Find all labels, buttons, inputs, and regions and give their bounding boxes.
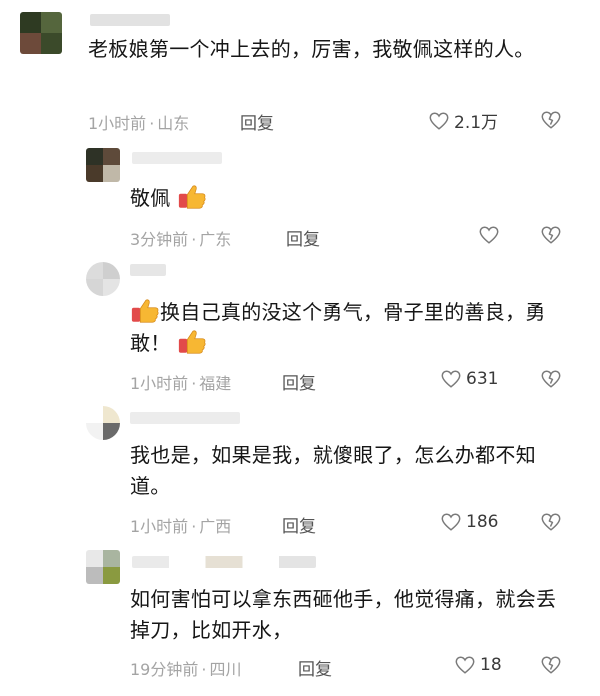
like-count: 186 — [466, 512, 499, 532]
avatar[interactable] — [86, 406, 120, 440]
comment-meta: 1小时前 · 山东 — [88, 114, 190, 133]
broken-heart-icon[interactable] — [540, 109, 562, 131]
comment-location: 山东 — [157, 114, 190, 133]
comment-time: 19分钟前 — [130, 660, 199, 679]
heart-outline-icon — [441, 370, 461, 388]
heart-outline-icon — [455, 656, 475, 674]
username-blurred[interactable] — [132, 556, 316, 568]
like-count: 2.1万 — [454, 113, 499, 133]
heart-outline-icon — [441, 513, 461, 531]
username-blurred[interactable] — [90, 14, 170, 26]
comment-location: 四川 — [209, 660, 242, 679]
thumbs-up-emoji — [179, 185, 206, 209]
reply-button[interactable]: 回复 — [298, 655, 332, 680]
comment-text: 我也是，如果是我，就傻眼了，怎么办都不知道。 — [130, 443, 536, 498]
heart-outline-icon — [479, 226, 499, 244]
comment-meta: 19分钟前 · 四川 — [130, 660, 242, 679]
like-button[interactable]: 2.1万 — [428, 108, 498, 133]
broken-heart-icon[interactable] — [540, 511, 562, 533]
like-button[interactable]: 18 — [454, 654, 502, 676]
broken-heart-icon[interactable] — [540, 654, 562, 676]
broken-heart-icon[interactable] — [540, 368, 562, 390]
comment-text: 如何害怕可以拿东西砸他手，他觉得痛，就会丢掉刀，比如开水， — [130, 587, 557, 642]
like-button[interactable]: 186 — [440, 511, 498, 533]
thumbs-up-emoji — [131, 299, 159, 323]
comment-time: 1小时前 — [130, 517, 189, 536]
thumbs-up-emoji — [179, 330, 206, 354]
avatar[interactable] — [86, 148, 120, 182]
comment-meta: 1小时前 · 广西 — [130, 517, 232, 536]
avatar[interactable] — [86, 550, 120, 584]
broken-heart-icon[interactable] — [540, 224, 562, 246]
comment-time: 1小时前 — [88, 114, 147, 133]
like-count: 631 — [466, 369, 499, 389]
comment-meta: 3分钟前 · 广东 — [130, 230, 232, 249]
reply-button[interactable]: 回复 — [240, 109, 274, 134]
comment-time: 3分钟前 — [130, 230, 189, 249]
reply-button[interactable]: 回复 — [282, 512, 316, 537]
comment-text: 换自己真的没这个勇气，骨子里的善良，勇敢！ — [130, 297, 555, 359]
heart-outline-icon — [429, 111, 449, 130]
username-blurred[interactable] — [130, 264, 166, 276]
comment-meta: 1小时前 · 福建 — [130, 374, 232, 393]
like-button[interactable]: 631 — [440, 368, 498, 390]
like-count: 18 — [480, 655, 502, 675]
username-blurred[interactable] — [132, 152, 222, 164]
comment-text: 敬佩 — [130, 183, 550, 214]
comment-text: 老板娘第一个冲上去的，厉害，我敬佩这样的人。 — [88, 37, 535, 61]
comment-location: 福建 — [199, 374, 232, 393]
avatar[interactable] — [20, 12, 62, 54]
like-button[interactable] — [478, 224, 504, 246]
comment-location: 广东 — [199, 230, 232, 249]
reply-button[interactable]: 回复 — [286, 225, 320, 250]
reply-button[interactable]: 回复 — [282, 369, 316, 394]
comment-location: 广西 — [199, 517, 232, 536]
comment-time: 1小时前 — [130, 374, 189, 393]
avatar[interactable] — [86, 262, 120, 296]
username-blurred[interactable] — [130, 412, 240, 424]
